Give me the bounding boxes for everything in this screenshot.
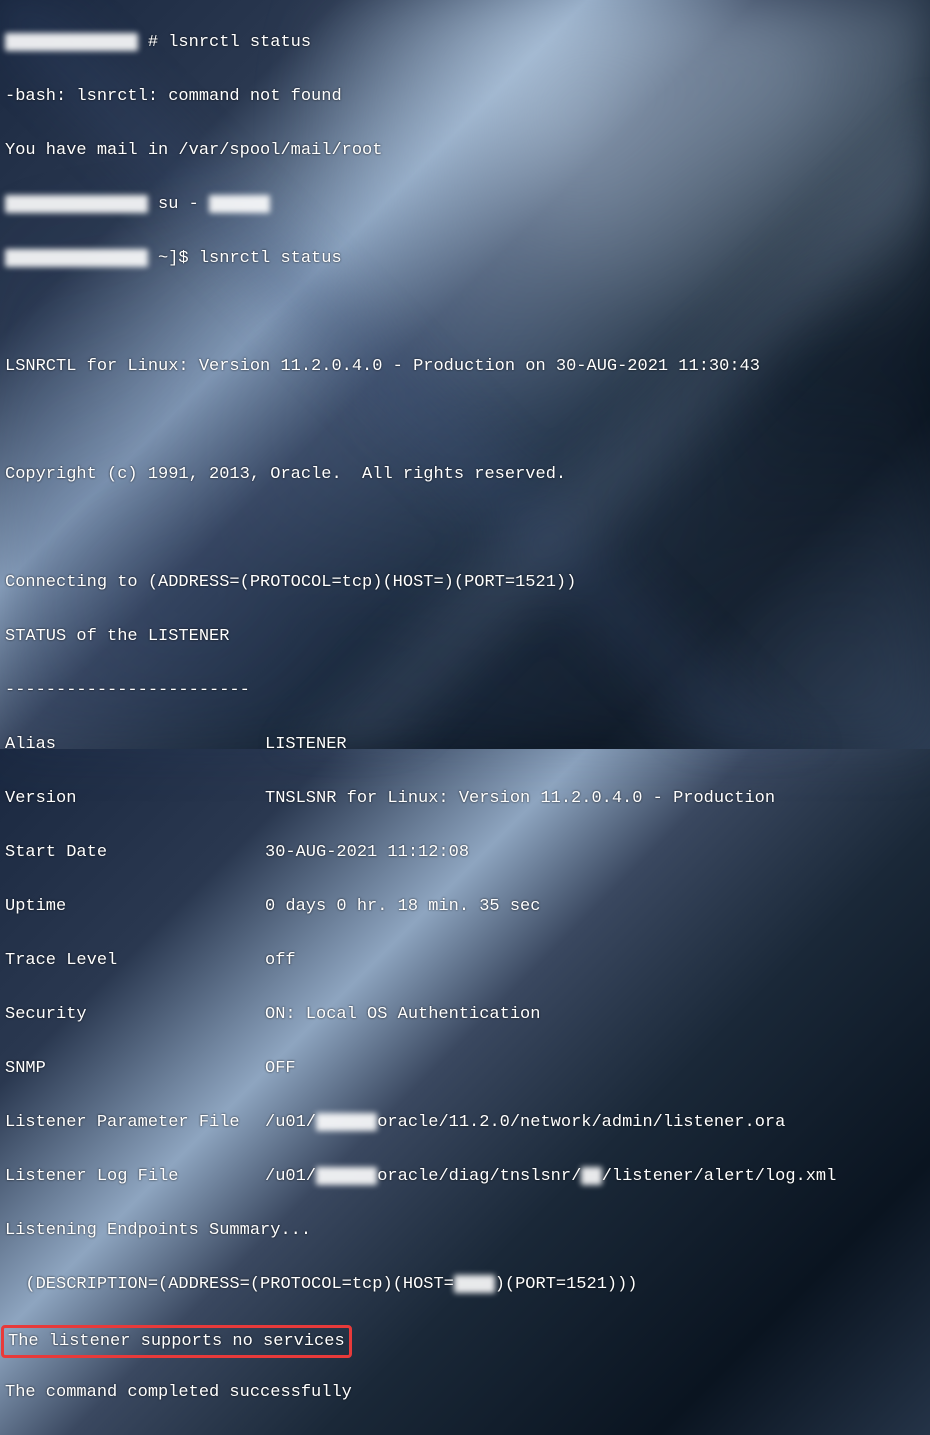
kv-row-uptime: Uptime0 days 0 hr. 18 min. 35 sec [5, 893, 925, 920]
redacted-user [209, 195, 270, 213]
no-services-line: The listener supports no services [5, 1325, 925, 1352]
redacted-host [5, 195, 148, 213]
redacted-host [5, 249, 148, 267]
kv-label: Security [5, 1001, 265, 1028]
prompt-line-1: # lsnrctl status [5, 29, 925, 56]
kv-row-snmp: SNMPOFF [5, 1055, 925, 1082]
prompt-line-2: su - [5, 191, 925, 218]
redacted-host [5, 33, 138, 51]
prompt-line-3: ~]$ lsnrctl status [5, 245, 925, 272]
dashes: ------------------------ [5, 677, 925, 704]
command-text: # lsnrctl status [138, 33, 311, 52]
blank-line [5, 515, 925, 542]
error-line: -bash: lsnrctl: command not found [5, 83, 925, 110]
endpoint-suffix: )(PORT=1521))) [495, 1275, 638, 1294]
command-text: su - [148, 195, 209, 214]
kv-value: 30-AUG-2021 11:12:08 [265, 843, 469, 862]
kv-value: LISTENER [265, 735, 347, 754]
banner-line: LSNRCTL for Linux: Version 11.2.0.4.0 - … [5, 353, 925, 380]
endpoint-prefix: (DESCRIPTION=(ADDRESS=(PROTOCOL=tcp)(HOS… [5, 1275, 454, 1294]
kv-label: Version [5, 785, 265, 812]
blank-line [5, 299, 925, 326]
kv-row-version: VersionTNSLSNR for Linux: Version 11.2.0… [5, 785, 925, 812]
kv-value: ON: Local OS Authentication [265, 1005, 540, 1024]
completed-line: The command completed successfully [5, 1379, 925, 1406]
kv-value-prefix: /u01/ [265, 1167, 316, 1186]
highlight-no-services: The listener supports no services [1, 1325, 352, 1358]
redacted-path [316, 1167, 377, 1185]
kv-label: Start Date [5, 839, 265, 866]
kv-row-log-file: Listener Log File/u01/ oracle/diag/tnsls… [5, 1163, 925, 1190]
kv-row-trace: Trace Leveloff [5, 947, 925, 974]
kv-row-alias: AliasLISTENER [5, 731, 925, 758]
kv-value: TNSLSNR for Linux: Version 11.2.0.4.0 - … [265, 789, 775, 808]
connecting-line: Connecting to (ADDRESS=(PROTOCOL=tcp)(HO… [5, 569, 925, 596]
kv-row-start-date: Start Date30-AUG-2021 11:12:08 [5, 839, 925, 866]
redacted-path [316, 1113, 377, 1131]
kv-label: Alias [5, 731, 265, 758]
copyright-line: Copyright (c) 1991, 2013, Oracle. All ri… [5, 461, 925, 488]
kv-label: Listener Log File [5, 1163, 265, 1190]
kv-label: Uptime [5, 893, 265, 920]
redacted-path [581, 1167, 601, 1185]
kv-value-suffix: oracle/11.2.0/network/admin/listener.ora [377, 1113, 785, 1132]
kv-label: Listener Parameter File [5, 1109, 265, 1136]
kv-value: OFF [265, 1059, 296, 1078]
endpoints-header: Listening Endpoints Summary... [5, 1217, 925, 1244]
kv-value-prefix: /u01/ [265, 1113, 316, 1132]
status-header: STATUS of the LISTENER [5, 623, 925, 650]
blank-line [5, 407, 925, 434]
redacted-host [454, 1275, 495, 1293]
kv-value-suffix: /listener/alert/log.xml [602, 1167, 837, 1186]
kv-value: off [265, 951, 296, 970]
mail-line: You have mail in /var/spool/mail/root [5, 137, 925, 164]
kv-value: 0 days 0 hr. 18 min. 35 sec [265, 897, 540, 916]
command-text: ~]$ lsnrctl status [148, 249, 342, 268]
terminal-output: # lsnrctl status -bash: lsnrctl: command… [0, 0, 930, 1435]
kv-label: SNMP [5, 1055, 265, 1082]
kv-label: Trace Level [5, 947, 265, 974]
endpoint-description: (DESCRIPTION=(ADDRESS=(PROTOCOL=tcp)(HOS… [5, 1271, 925, 1298]
kv-value-mid: oracle/diag/tnslsnr/ [377, 1167, 581, 1186]
kv-row-param-file: Listener Parameter File/u01/ oracle/11.2… [5, 1109, 925, 1136]
kv-row-security: SecurityON: Local OS Authentication [5, 1001, 925, 1028]
